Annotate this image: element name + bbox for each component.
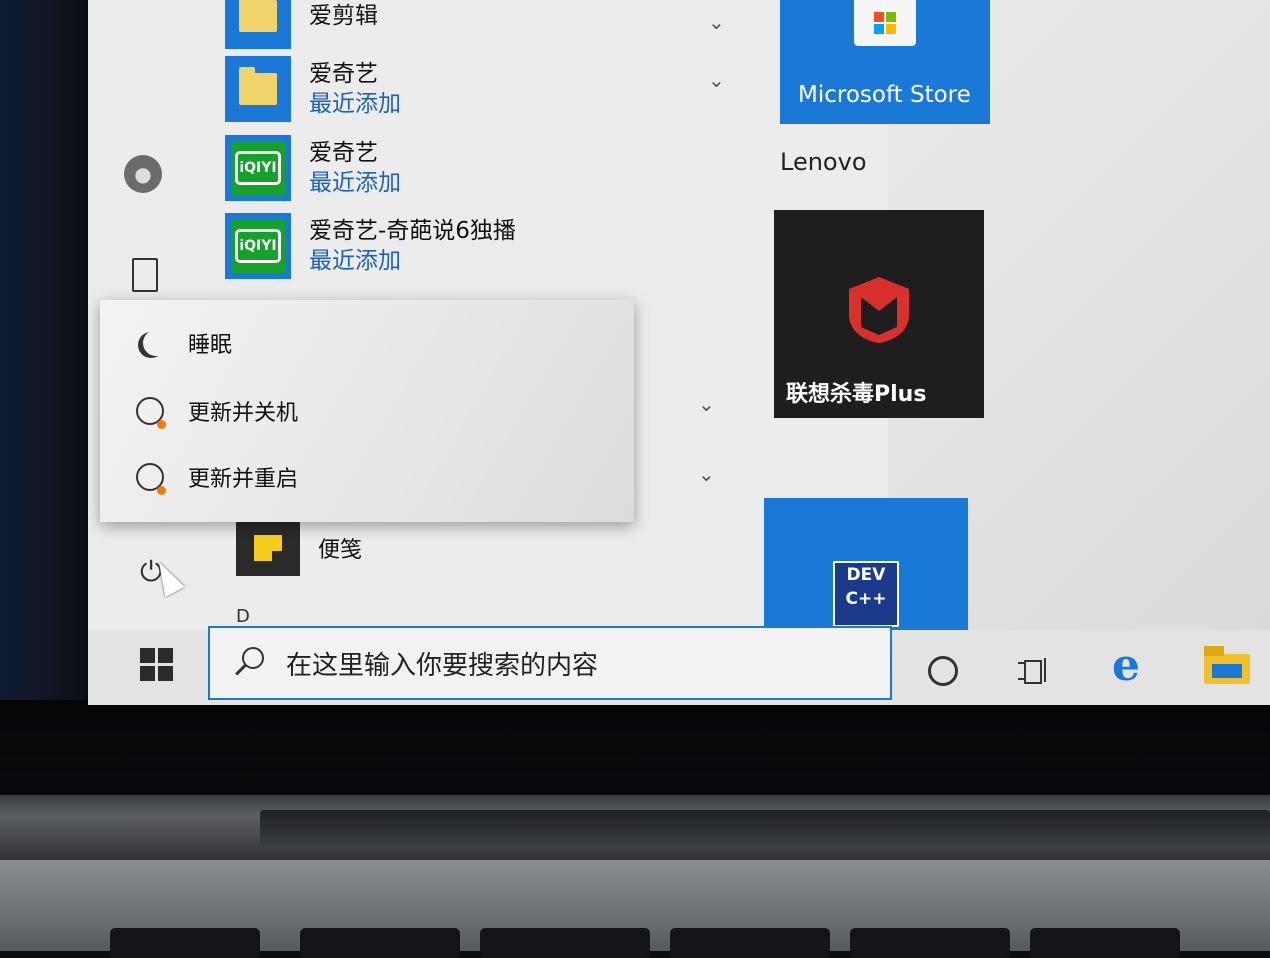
app-list-item[interactable]: 爱奇艺 最近添加 — [225, 53, 745, 125]
app-name: 爱奇艺 — [309, 61, 378, 87]
app-tile: iQIYI — [225, 135, 291, 201]
folder-icon — [239, 0, 277, 32]
search-placeholder: 在这里输入你要搜索的内容 — [286, 650, 599, 681]
task-view-icon[interactable] — [1018, 656, 1052, 684]
iqiyi-icon: iQIYI — [235, 229, 281, 263]
tile-group-label[interactable]: Lenovo — [780, 148, 867, 176]
documents-icon[interactable] — [132, 258, 158, 292]
mouse-cursor-icon — [149, 556, 185, 598]
file-explorer-icon[interactable] — [1204, 646, 1250, 684]
chevron-down-icon[interactable]: ⌄ — [708, 10, 725, 34]
user-avatar-icon[interactable]: ● — [124, 155, 162, 193]
app-list-item[interactable]: iQIYI 爱奇艺 最近添加 — [225, 132, 745, 204]
laptop-hinge-strip — [260, 810, 1270, 848]
app-subtitle: 最近添加 — [309, 248, 401, 274]
app-subtitle: 最近添加 — [309, 91, 401, 117]
search-input[interactable]: 在这里输入你要搜索的内容 — [208, 626, 892, 700]
iqiyi-icon: iQIYI — [235, 151, 281, 185]
tile-label: 联想杀毒Plus — [786, 382, 927, 407]
sticky-notes-icon — [254, 535, 282, 561]
keyboard-key — [110, 928, 260, 958]
chevron-down-icon[interactable]: ⌄ — [708, 68, 725, 92]
moon-icon — [130, 323, 170, 363]
chevron-down-icon[interactable]: ⌄ — [698, 392, 715, 416]
keyboard-key — [670, 928, 830, 958]
tile-microsoft-store[interactable]: Microsoft Store — [780, 0, 990, 124]
screen: ● ⏻ 爱剪辑 ⌄ 爱奇艺 最近添加 ⌄ iQIYI 爱奇艺 最近添加 iQIY… — [88, 0, 1270, 705]
keyboard-key — [1030, 928, 1180, 958]
app-list-item[interactable]: 爱剪辑 — [225, 0, 745, 52]
power-option-sleep[interactable]: 睡眠 — [100, 310, 634, 376]
edge-browser-icon[interactable]: e — [1112, 644, 1140, 688]
app-name: 爱奇艺-奇葩说6独播 — [309, 218, 516, 244]
laptop-bezel-bottom — [0, 700, 1270, 810]
app-list-item-sticky-notes[interactable]: 便笺 — [236, 520, 362, 576]
update-restart-icon — [130, 457, 170, 497]
tile-devcpp[interactable]: DEV C++ — [764, 498, 968, 633]
app-list-item[interactable]: iQIYI 爱奇艺-奇葩说6独播 最近添加 — [225, 210, 745, 282]
power-options-flyout: 睡眠 更新并关机 更新并重启 — [100, 300, 634, 522]
windows-start-icon[interactable] — [140, 648, 174, 682]
search-icon — [232, 647, 264, 679]
laptop-bezel-left — [0, 0, 100, 790]
chevron-down-icon[interactable]: ⌄ — [698, 462, 715, 486]
app-name: 爱奇艺 — [309, 140, 378, 166]
app-tile: iQIYI — [225, 213, 291, 279]
keyboard-key — [480, 928, 650, 958]
keyboard-key — [300, 928, 460, 958]
app-name: 爱剪辑 — [309, 3, 378, 29]
taskbar: 在这里输入你要搜索的内容 e — [88, 626, 1270, 705]
app-subtitle: 最近添加 — [309, 170, 401, 196]
app-tile — [236, 520, 300, 576]
devcpp-icon: DEV C++ — [833, 561, 899, 627]
power-option-label: 更新并重启 — [188, 467, 299, 492]
power-option-label: 更新并关机 — [188, 401, 299, 426]
app-tile — [225, 56, 291, 122]
section-letter: D — [236, 606, 250, 627]
power-option-update-shutdown[interactable]: 更新并关机 — [100, 378, 634, 444]
mcafee-shield-icon — [849, 277, 909, 343]
power-option-update-restart[interactable]: 更新并重启 — [100, 444, 634, 510]
app-tile — [225, 0, 291, 49]
store-icon — [854, 0, 916, 46]
app-name: 便笺 — [318, 538, 363, 563]
folder-icon — [239, 67, 277, 105]
update-shutdown-icon — [130, 391, 170, 431]
keyboard-key — [850, 928, 1010, 958]
tile-label: Microsoft Store — [798, 82, 971, 108]
cortana-icon[interactable] — [928, 656, 958, 686]
tile-antivirus[interactable]: 联想杀毒Plus — [774, 210, 984, 418]
power-option-label: 睡眠 — [188, 333, 233, 358]
